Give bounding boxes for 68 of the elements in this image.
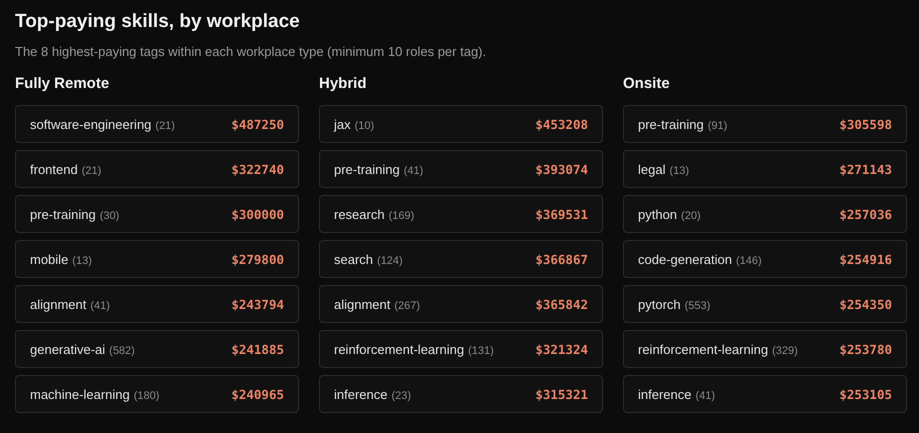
- skill-tag: python: [638, 206, 678, 222]
- role-count: (582): [109, 344, 135, 356]
- role-count: (30): [100, 210, 120, 222]
- salary-value: $369531: [535, 206, 588, 222]
- skill-tag: generative-ai: [30, 342, 106, 356]
- role-count: (329): [772, 344, 798, 356]
- column-heading: Fully Remote: [15, 74, 110, 94]
- salary-value: $257036: [839, 206, 892, 222]
- skill-tag: reinforcement-learning: [334, 342, 464, 356]
- salary-value: $300000: [231, 206, 284, 222]
- salary-value: $393074: [535, 162, 588, 176]
- salary-value: $279800: [231, 252, 284, 266]
- skill-tag: software-engineering: [30, 116, 152, 132]
- salary-value: $487250: [231, 116, 284, 132]
- skill-tag: code-generation: [638, 252, 732, 266]
- salary-value: $321324: [535, 342, 588, 356]
- role-count: (41): [695, 390, 716, 402]
- role-count: (41): [404, 164, 424, 176]
- skill-tag: inference: [334, 386, 388, 402]
- role-count: (131): [468, 344, 494, 356]
- role-count: (41): [90, 300, 110, 312]
- skill-tag: mobile: [30, 252, 68, 266]
- salary-value: $315321: [535, 386, 588, 402]
- skill-tag: jax: [334, 116, 351, 132]
- salary-value: $253105: [839, 386, 892, 402]
- skill-tag: pre-training: [30, 206, 96, 222]
- skill-tag: reinforcement-learning: [638, 342, 768, 356]
- role-count: (267): [394, 300, 420, 312]
- role-count: (124): [377, 254, 403, 266]
- role-count: (13): [72, 254, 92, 266]
- column-heading: Hybrid: [319, 74, 368, 94]
- salary-value: $322740: [231, 162, 284, 176]
- role-count: (146): [736, 254, 762, 266]
- salary-value: $365842: [535, 296, 588, 312]
- role-count: (13): [669, 164, 690, 176]
- salary-value: $243794: [231, 296, 284, 312]
- skill-tag: pytorch: [638, 296, 681, 312]
- page-title: Top-paying skills, by workplace: [15, 10, 301, 34]
- salary-value: $253780: [839, 342, 892, 356]
- salary-value: $453208: [535, 116, 588, 132]
- role-count: (21): [82, 164, 102, 176]
- skill-tag: pre-training: [638, 116, 704, 132]
- role-count: (91): [708, 120, 728, 132]
- role-count: (180): [134, 390, 160, 402]
- column-heading: Onsite: [623, 74, 671, 94]
- role-count: (20): [681, 210, 701, 222]
- salary-value: $241885: [231, 342, 284, 356]
- role-count: (21): [155, 120, 175, 132]
- role-count: (10): [354, 120, 374, 132]
- salary-value: $254916: [839, 252, 892, 266]
- skill-tag: inference: [638, 386, 692, 402]
- skill-tag: alignment: [30, 296, 86, 312]
- skill-tag: frontend: [30, 162, 78, 176]
- skill-tag: machine-learning: [30, 386, 130, 402]
- skill-tag: research: [334, 206, 385, 222]
- salary-value: $240965: [231, 386, 284, 402]
- skill-tag: pre-training: [334, 162, 400, 176]
- salary-value: $366867: [535, 252, 588, 266]
- skill-tag: search: [334, 252, 374, 266]
- page-subtitle: The 8 highest-paying tags within each workplace type (minimum 10 roles per tag).: [15, 44, 488, 60]
- skill-tag: legal: [638, 162, 666, 176]
- salary-value: $305598: [839, 116, 892, 132]
- skill-tag: alignment: [334, 296, 390, 312]
- salary-value: $271143: [839, 162, 892, 176]
- role-count: (169): [388, 210, 414, 222]
- role-count: (23): [391, 390, 412, 402]
- salary-value: $254350: [839, 296, 892, 312]
- role-count: (553): [684, 300, 710, 312]
